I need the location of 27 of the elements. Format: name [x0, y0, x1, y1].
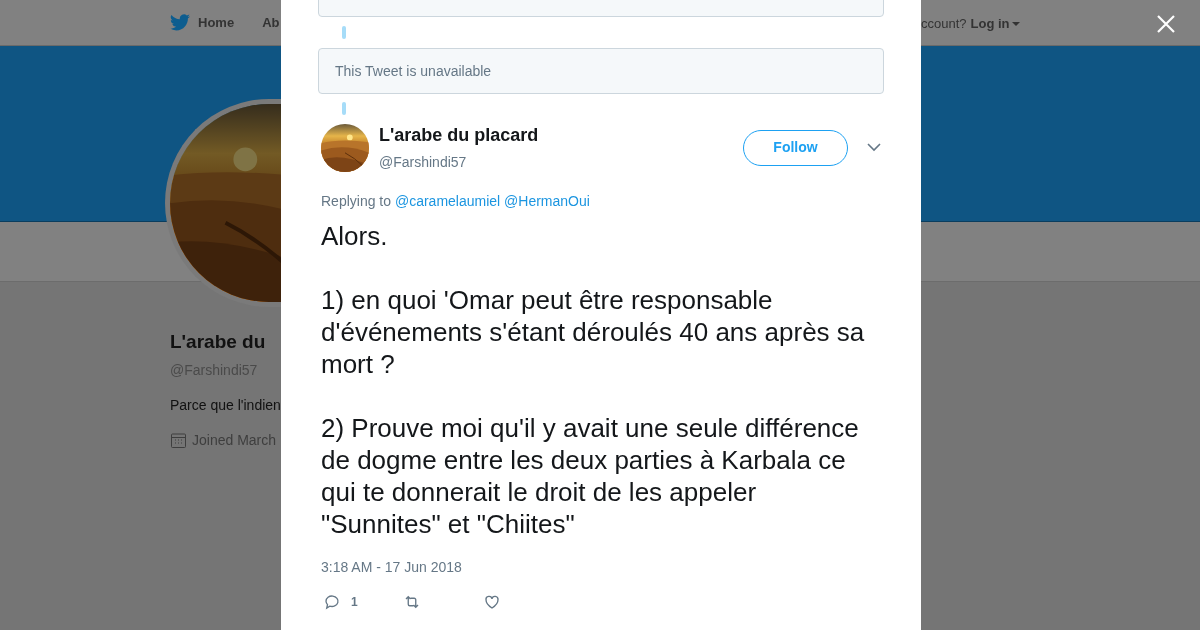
heart-icon[interactable]: [483, 593, 501, 611]
unavailable-notice: This Tweet is unavailable: [335, 61, 492, 81]
tweet-timestamp[interactable]: 3:18 AM - 17 Jun 2018: [318, 557, 884, 578]
joined-date: Joined March: [192, 430, 277, 450]
account-prompt: ccount?: [921, 15, 967, 33]
replying-to: Replying to @caramelaumiel @HermanOui: [320, 192, 591, 211]
calendar-icon: [170, 431, 187, 449]
profile-bio: Parce que l'indien: [170, 395, 281, 415]
nav-link[interactable]: Home: [170, 12, 235, 33]
profile-name: L'arabe du: [170, 330, 266, 354]
retweet-icon[interactable]: [403, 593, 421, 611]
login-link[interactable]: Log in: [970, 14, 1020, 34]
reply-count: 1: [351, 594, 358, 611]
mention-link[interactable]: @caramelaumiel: [394, 193, 501, 209]
tweet-text: Alors.: [321, 220, 389, 252]
mention-link[interactable]: @HermanOui: [504, 193, 590, 209]
bird-icon: [170, 14, 190, 31]
close-icon: [1156, 14, 1176, 34]
tweet-text: 1) en quoi 'Omar peut être responsable d'événements s'étant déroulés 40 ans après sa mort ?: [321, 284, 866, 380]
nav-link[interactable]: Ab: [262, 12, 280, 33]
chevron-down-icon[interactable]: [867, 143, 881, 152]
thread-line: [342, 26, 346, 39]
author-handle[interactable]: @Farshindi57: [379, 152, 539, 173]
tweet-text: 2) Prouve moi qu'il y avait une seule différence de dogme entre les deux parties à Karbala ce qui te donnerait le droit de les appeler "Sunnites" et "Chiites": [321, 412, 860, 540]
reply-icon[interactable]: [323, 593, 341, 611]
thread-line: [342, 101, 346, 115]
author-name[interactable]: L'arabe du placard: [379, 122, 539, 149]
